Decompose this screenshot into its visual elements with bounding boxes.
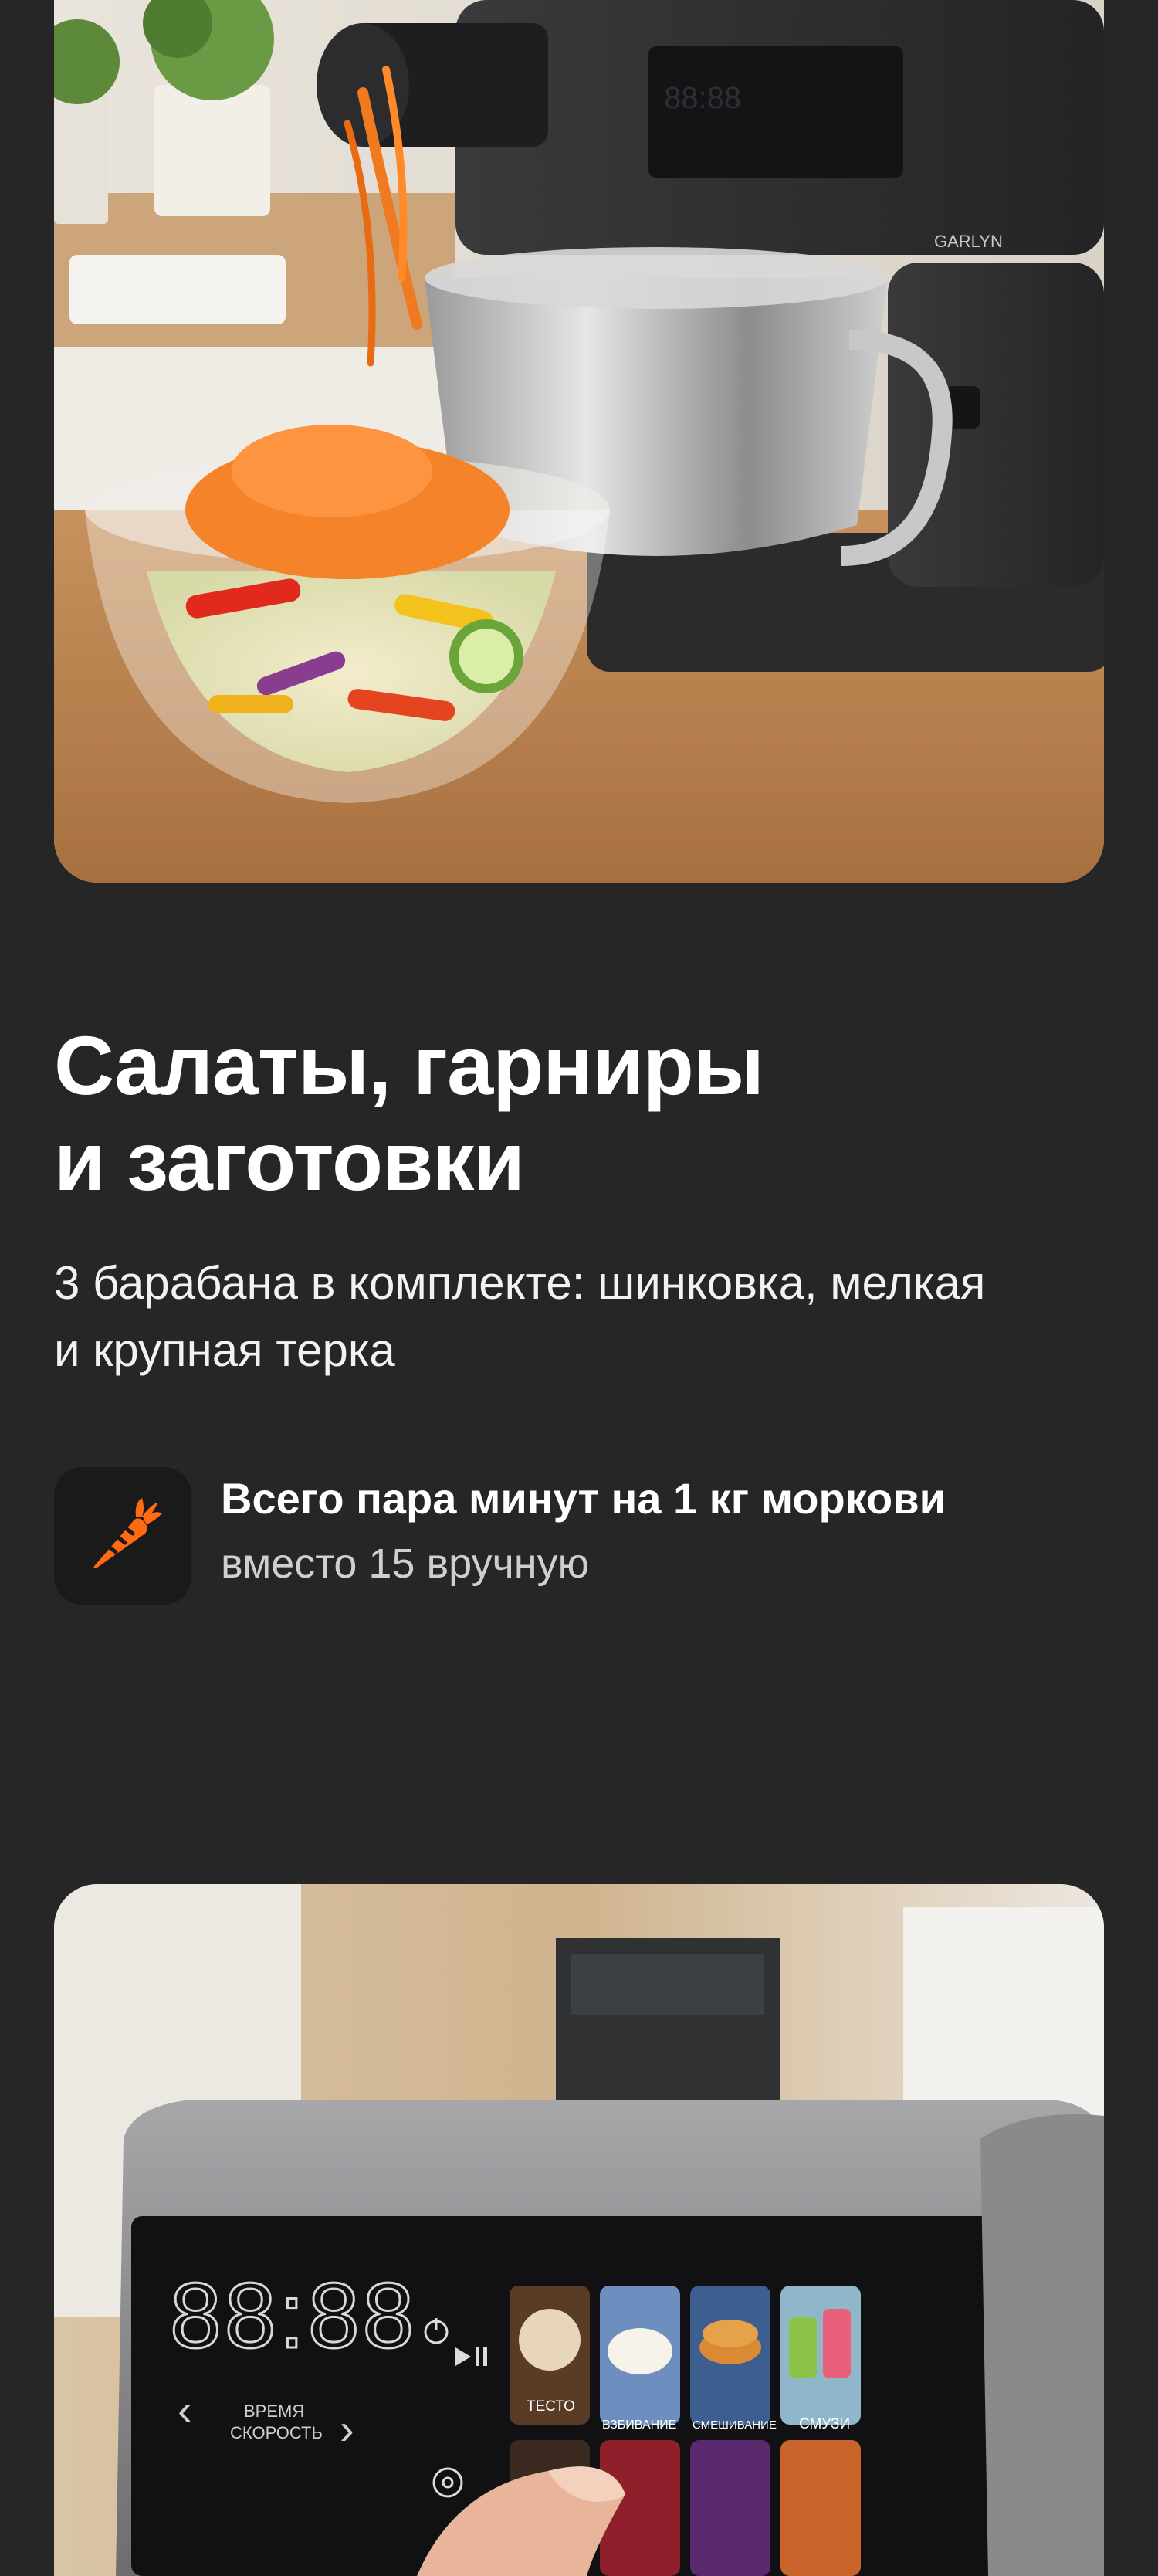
section-subtitle-line2: и крупная терка bbox=[54, 1324, 395, 1376]
section-title-line2: и заготовки bbox=[54, 1114, 525, 1208]
carrot-icon bbox=[93, 1498, 162, 1568]
mixer-grater-photo: 88:88 GARLYN bbox=[54, 0, 1104, 883]
section-subtitle: 3 барабана в комплекте: шинковка, мелкая… bbox=[54, 1249, 1135, 1384]
section-title-line1: Салаты, гарниры bbox=[54, 1019, 764, 1112]
section-title: Салаты, гарниры и заготовки bbox=[54, 1018, 1104, 1209]
program-whisk: ВЗБИВАНИЕ bbox=[602, 2418, 676, 2432]
chevron-left-icon: ‹ bbox=[178, 2385, 192, 2434]
speed-label: СКОРОСТЬ bbox=[230, 2423, 323, 2442]
time-display: 88:88 bbox=[170, 2264, 417, 2368]
program-mix: СМЕШИВАНИЕ bbox=[692, 2418, 777, 2432]
section-subtitle-line1: 3 барабана в комплекте: шинковка, мелкая bbox=[54, 1257, 986, 1309]
program-dough: ТЕСТО bbox=[527, 2398, 575, 2415]
chevron-right-icon: › bbox=[340, 2405, 354, 2453]
carrot-icon-tile bbox=[54, 1467, 191, 1605]
feature-description: вместо 15 вручную bbox=[221, 1541, 590, 1587]
feature-title: Всего пара минут на 1 кг моркови bbox=[221, 1474, 946, 1523]
svg-text:88:88: 88:88 bbox=[664, 81, 741, 115]
program-smoothie: СМУЗИ bbox=[799, 2416, 850, 2432]
brand-label: GARLYN bbox=[934, 232, 1003, 251]
time-label: ВРЕМЯ bbox=[244, 2401, 304, 2421]
control-panel-photo: 88:88 ‹ › ВРЕМЯ СКОРОСТЬ ТЕСТО ВЗБИВАНИЕ… bbox=[54, 1884, 1104, 2576]
